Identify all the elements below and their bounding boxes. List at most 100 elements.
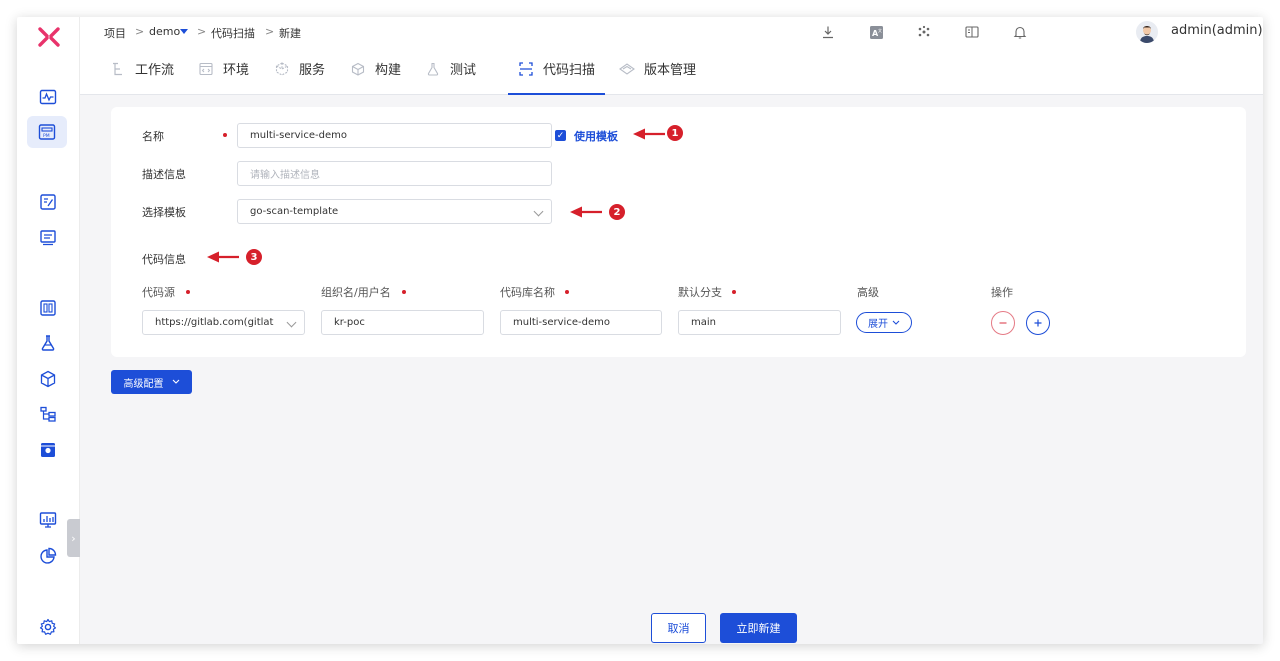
version-icon (619, 61, 635, 77)
create-now-button[interactable]: 立即新建 (720, 613, 797, 643)
col-header-source: 代码源 (142, 286, 175, 299)
form-footer: 取消 立即新建 (80, 595, 1263, 644)
col-header-org: 组织名/用户名 (321, 286, 391, 299)
tab-test[interactable]: 测试 (425, 59, 476, 95)
annotation-arrow-icon (633, 128, 665, 140)
gear-icon[interactable] (38, 617, 58, 637)
code-source-value: https://gitlab.com(gitlat (155, 317, 274, 328)
code-source-select[interactable]: https://gitlab.com(gitlat (142, 310, 305, 335)
flask-icon[interactable] (38, 333, 58, 353)
name-input[interactable]: multi-service-demo (237, 123, 552, 148)
branch-input[interactable]: main (678, 310, 841, 335)
use-template-label[interactable]: 使用模板 (574, 128, 618, 144)
annotation-arrow-icon (570, 206, 602, 218)
annotation-badge: 1 (667, 125, 683, 141)
breadcrumb-item-new: 新建 (279, 27, 301, 40)
col-header-advanced: 高级 (857, 286, 879, 299)
required-dot (565, 290, 569, 294)
module-tab-bar: 工作流 环境 服务 构建 测试 代码扫描 版本管理 (80, 47, 1263, 95)
build-icon (350, 61, 366, 77)
plugins-icon[interactable] (915, 23, 933, 41)
tab-label: 环境 (223, 63, 250, 78)
expand-advanced-button[interactable]: 展开 (856, 312, 912, 333)
svg-text:PM: PM (43, 133, 50, 139)
col-header-branch: 默认分支 (678, 286, 722, 299)
translate-icon[interactable]: A文 (867, 23, 885, 41)
description-input[interactable]: 请输入描述信息 (237, 161, 552, 186)
tab-label: 构建 (375, 63, 402, 78)
template-label: 选择模板 (142, 206, 186, 219)
tab-environment[interactable]: 环境 (198, 59, 249, 95)
pie-chart-icon[interactable] (38, 546, 58, 566)
breadcrumb-separator: > (197, 25, 207, 38)
required-dot (223, 133, 227, 137)
package-icon[interactable] (38, 369, 58, 389)
code-scan-form-card: 名称 multi-service-demo ✓ 使用模板 1 描述信息 请输入描… (111, 107, 1246, 357)
minus-icon (999, 322, 1007, 324)
use-template-checkbox[interactable]: ✓ (555, 130, 566, 141)
name-label: 名称 (142, 130, 164, 143)
tab-label: 代码扫描 (543, 63, 596, 78)
annotation-arrow-icon (207, 251, 239, 263)
tab-version[interactable]: 版本管理 (619, 59, 696, 95)
username[interactable]: admin(admin) (1171, 23, 1263, 38)
pipeline-icon[interactable] (38, 404, 58, 424)
cancel-button[interactable]: 取消 (651, 613, 706, 643)
tab-build[interactable]: 构建 (350, 59, 401, 95)
col-header-repo: 代码库名称 (500, 286, 555, 299)
template-select-value: go-scan-template (250, 206, 339, 217)
tab-workflow[interactable]: 工作流 (110, 59, 174, 95)
tab-label: 版本管理 (644, 63, 697, 78)
analytics-screen-icon[interactable] (38, 510, 58, 530)
breadcrumb-item-project[interactable]: 项目 (104, 25, 126, 41)
caret-down-icon[interactable] (180, 29, 188, 34)
settings-box-icon[interactable] (38, 440, 58, 460)
release-icon[interactable] (38, 228, 58, 248)
breadcrumb-item-code-scan[interactable]: 代码扫描 (211, 25, 255, 41)
org-input[interactable]: kr-poc (321, 310, 484, 335)
environment-icon (198, 61, 214, 77)
code-scan-icon (518, 61, 534, 77)
required-dot (186, 290, 190, 294)
annotation-badge: 2 (609, 204, 625, 220)
tab-code-scan[interactable]: 代码扫描 (508, 59, 606, 95)
remove-row-button[interactable] (991, 311, 1015, 335)
dashboard-icon[interactable] (38, 298, 58, 318)
breadcrumb-separator: > (265, 25, 275, 38)
repo-input[interactable]: multi-service-demo (500, 310, 662, 335)
advanced-config-label: 高级配置 (123, 378, 164, 390)
advanced-config-button[interactable]: 高级配置 (111, 370, 192, 394)
chevron-down-icon (172, 379, 179, 384)
template-select[interactable]: go-scan-template (237, 199, 552, 224)
bell-icon[interactable] (1011, 23, 1029, 41)
description-label: 描述信息 (142, 168, 186, 181)
plus-icon (1034, 319, 1042, 327)
monitor-icon[interactable] (38, 87, 58, 107)
tab-label: 测试 (450, 63, 477, 78)
add-row-button[interactable] (1026, 311, 1050, 335)
test-icon (425, 61, 441, 77)
sidebar-collapse-toggle[interactable]: › (67, 519, 80, 557)
app-window: PM › 项目 > demo > 代码扫描 > 新建 A 文 admin(adm… (17, 17, 1263, 644)
tab-label: 工作流 (135, 63, 175, 78)
docs-book-icon[interactable] (963, 23, 981, 41)
tab-service[interactable]: 服务 (274, 59, 325, 95)
required-dot (402, 290, 406, 294)
edit-doc-icon[interactable] (38, 192, 58, 212)
code-info-heading: 代码信息 (142, 253, 186, 266)
col-header-actions: 操作 (991, 286, 1013, 299)
project-pm-icon[interactable]: PM (27, 116, 67, 148)
workflow-icon (110, 61, 126, 77)
expand-label: 展开 (868, 319, 888, 330)
annotation-badge: 3 (246, 249, 262, 265)
download-icon[interactable] (819, 23, 837, 41)
avatar[interactable] (1136, 21, 1158, 43)
tab-label: 服务 (299, 63, 326, 78)
breadcrumb-item-demo[interactable]: demo (149, 25, 180, 38)
breadcrumb-separator: > (135, 25, 145, 38)
svg-text:文: 文 (878, 27, 882, 33)
required-dot (732, 290, 736, 294)
logo-icon[interactable] (37, 25, 61, 49)
chevron-down-icon (533, 206, 544, 217)
chevron-down-icon (892, 320, 900, 325)
